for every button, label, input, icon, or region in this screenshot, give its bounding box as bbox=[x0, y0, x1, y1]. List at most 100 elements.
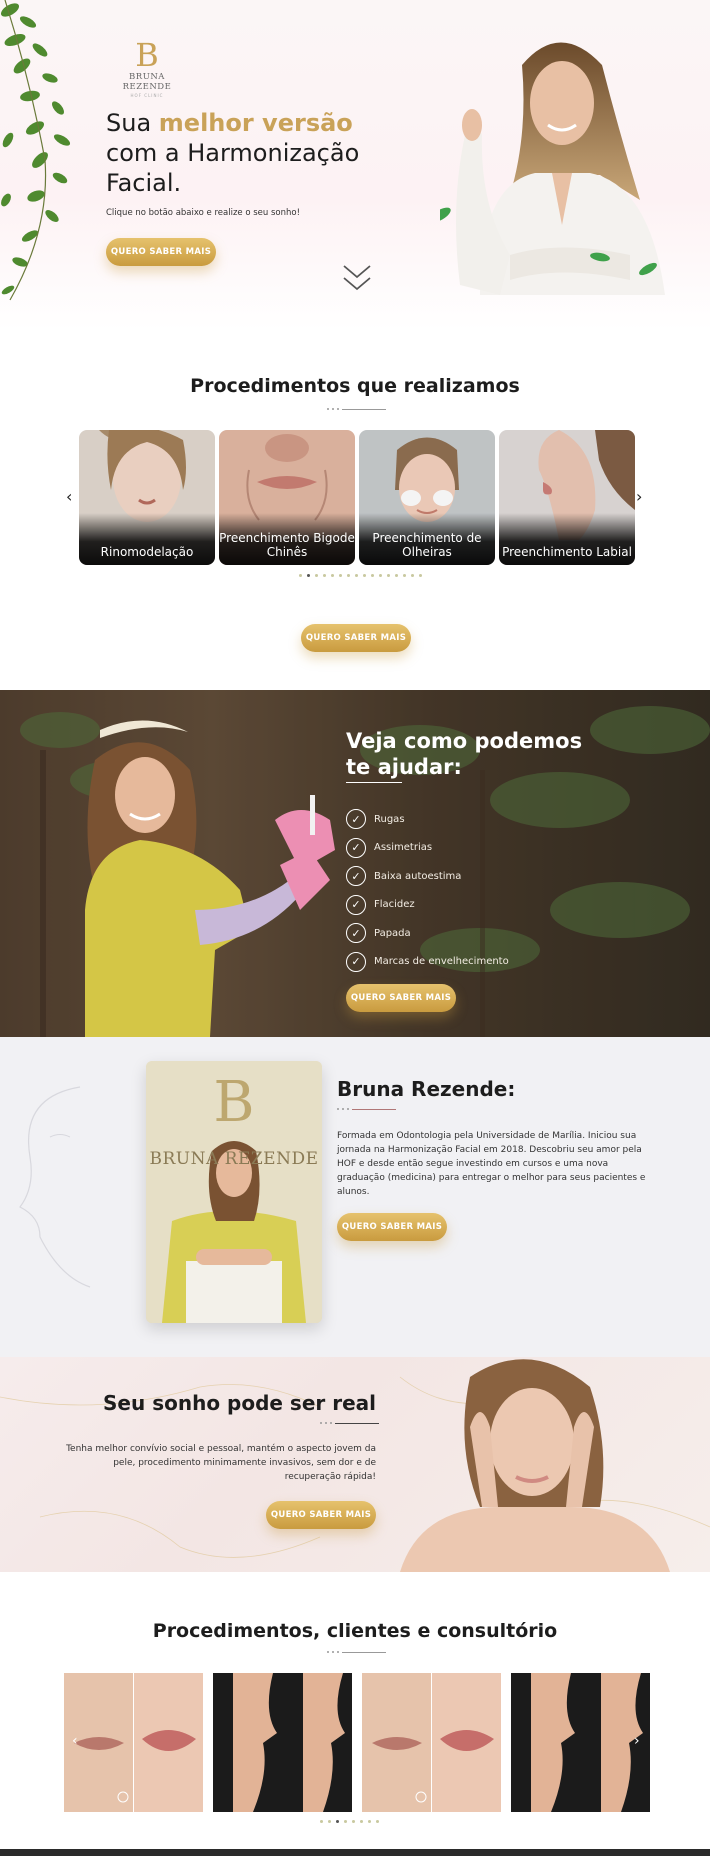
carousel-dot[interactable] bbox=[328, 1820, 331, 1823]
gallery-item[interactable] bbox=[213, 1673, 352, 1812]
help-item-label: Baixa autoestima bbox=[374, 870, 462, 882]
gallery-image bbox=[511, 1673, 650, 1812]
carousel-dot[interactable] bbox=[419, 574, 422, 577]
gallery-image bbox=[64, 1673, 203, 1812]
gallery-carousel-dots[interactable] bbox=[320, 1820, 379, 1823]
gallery-divider bbox=[327, 1651, 386, 1653]
carousel-dot[interactable] bbox=[411, 574, 414, 577]
face-line-art-decoration bbox=[19, 1086, 91, 1288]
procedure-card-label: Rinomodelação bbox=[79, 513, 215, 565]
carousel-dot[interactable] bbox=[360, 1820, 363, 1823]
help-divider bbox=[346, 782, 402, 783]
carousel-dot[interactable] bbox=[336, 1820, 339, 1823]
procedure-card-label: Preenchimento Labial bbox=[499, 513, 635, 565]
hero-woman-photo bbox=[440, 42, 665, 295]
about-name: Bruna Rezende: bbox=[337, 1077, 516, 1101]
gallery-item[interactable] bbox=[511, 1673, 650, 1812]
checkmark-circle-icon: ✓ bbox=[346, 894, 366, 915]
procedure-card[interactable]: Preenchimento Labial bbox=[499, 430, 635, 565]
help-list: ✓ Rugas ✓ Assimetrias ✓ Baixa autoestima ✓ F… bbox=[346, 805, 509, 976]
carousel-next-arrow-icon[interactable]: › bbox=[636, 487, 642, 506]
carousel-dot[interactable] bbox=[387, 574, 390, 577]
help-item-label: Papada bbox=[374, 927, 411, 939]
procedures-cta-button[interactable]: QUERO SABER MAIS bbox=[301, 624, 411, 652]
carousel-dot[interactable] bbox=[331, 574, 334, 577]
about-bio: Formada em Odontologia pela Universidade… bbox=[337, 1131, 646, 1197]
svg-text:B: B bbox=[213, 1070, 254, 1135]
gallery-item[interactable] bbox=[64, 1673, 203, 1812]
hero-title-pre: Sua bbox=[106, 109, 159, 137]
checkmark-circle-icon: ✓ bbox=[346, 951, 366, 972]
dream-section: Seu sonho pode ser real Tenha melhor con… bbox=[0, 1357, 710, 1572]
procedures-carousel-dots[interactable] bbox=[299, 574, 422, 577]
carousel-dot[interactable] bbox=[347, 574, 350, 577]
hero-title-post: com a Harmonização Facial. bbox=[106, 139, 360, 197]
hero-section: B BRUNA REZENDE HOF CLINIC Sua melhor ve… bbox=[0, 0, 710, 330]
procedure-card-label: Preenchimento Bigode Chinês bbox=[219, 513, 355, 565]
gallery-next-arrow-icon[interactable]: › bbox=[634, 1733, 640, 1749]
hero-title: Sua melhor versão com a Harmonização Fac… bbox=[106, 108, 406, 198]
dream-cta-button[interactable]: QUERO SABER MAIS bbox=[266, 1501, 376, 1529]
help-title: Veja como podemos te ajudar: bbox=[346, 729, 583, 779]
help-item-label: Flacidez bbox=[374, 899, 415, 911]
procedures-title: Procedimentos que realizamos bbox=[190, 375, 520, 397]
carousel-dot[interactable] bbox=[339, 574, 342, 577]
dream-title: Seu sonho pode ser real bbox=[103, 1391, 376, 1415]
checkmark-circle-icon: ✓ bbox=[346, 809, 366, 830]
double-chevron-down-icon[interactable] bbox=[342, 264, 372, 292]
procedures-divider bbox=[327, 408, 386, 410]
dream-text: Tenha melhor convívio social e pessoal, … bbox=[66, 1444, 376, 1482]
carousel-dot[interactable] bbox=[323, 574, 326, 577]
help-item-label: Rugas bbox=[374, 813, 405, 825]
brand-logo[interactable]: B BRUNA REZENDE HOF CLINIC bbox=[108, 38, 186, 98]
about-photo-logo-text: BRUNA REZENDE bbox=[149, 1149, 319, 1169]
checkmark-circle-icon: ✓ bbox=[346, 837, 366, 858]
logo-name: BRUNA REZENDE bbox=[122, 72, 172, 92]
gallery-item[interactable] bbox=[362, 1673, 501, 1812]
checkmark-circle-icon: ✓ bbox=[346, 866, 366, 887]
help-item-label: Assimetrias bbox=[374, 842, 433, 854]
procedure-card-label: Preenchimento de Olheiras bbox=[359, 513, 495, 565]
carousel-dot[interactable] bbox=[395, 574, 398, 577]
procedure-card[interactable]: Preenchimento de Olheiras bbox=[359, 430, 495, 565]
footer-bar bbox=[0, 1849, 710, 1856]
carousel-dot[interactable] bbox=[355, 574, 358, 577]
help-list-item: ✓ Baixa autoestima bbox=[346, 862, 509, 891]
about-divider bbox=[337, 1108, 396, 1110]
gallery-prev-arrow-icon[interactable]: ‹ bbox=[72, 1733, 78, 1749]
carousel-dot[interactable] bbox=[368, 1820, 371, 1823]
help-cta-button[interactable]: QUERO SABER MAIS bbox=[346, 984, 456, 1012]
hero-cta-button[interactable]: QUERO SABER MAIS bbox=[106, 238, 216, 266]
gallery-title: Procedimentos, clientes e consultório bbox=[152, 1620, 558, 1642]
carousel-dot[interactable] bbox=[363, 574, 366, 577]
carousel-prev-arrow-icon[interactable]: ‹ bbox=[66, 487, 72, 506]
help-list-item: ✓ Papada bbox=[346, 919, 509, 948]
carousel-dot[interactable] bbox=[315, 574, 318, 577]
carousel-dot[interactable] bbox=[403, 574, 406, 577]
gallery-image bbox=[362, 1673, 501, 1812]
carousel-dot[interactable] bbox=[299, 574, 302, 577]
help-list-item: ✓ Rugas bbox=[346, 805, 509, 834]
about-photo-image: B bbox=[146, 1061, 322, 1323]
about-photo: B BRUNA REZENDE bbox=[146, 1061, 322, 1323]
procedure-card[interactable]: Rinomodelação bbox=[79, 430, 215, 565]
procedure-card[interactable]: Preenchimento Bigode Chinês bbox=[219, 430, 355, 565]
carousel-dot[interactable] bbox=[320, 1820, 323, 1823]
help-item-label: Marcas de envelhecimento bbox=[374, 956, 509, 968]
carousel-dot[interactable] bbox=[307, 574, 310, 577]
hanging-plant-decoration bbox=[0, 0, 71, 301]
carousel-dot[interactable] bbox=[371, 574, 374, 577]
logo-monogram: B bbox=[135, 36, 159, 74]
carousel-dot[interactable] bbox=[352, 1820, 355, 1823]
gallery-image bbox=[213, 1673, 352, 1812]
help-section: Veja como podemos te ajudar: ✓ Rugas ✓ Ass… bbox=[0, 690, 710, 1037]
about-cta-button[interactable]: QUERO SABER MAIS bbox=[337, 1213, 447, 1241]
dream-divider bbox=[320, 1422, 379, 1424]
checkmark-circle-icon: ✓ bbox=[346, 923, 366, 944]
carousel-dot[interactable] bbox=[379, 574, 382, 577]
carousel-dot[interactable] bbox=[376, 1820, 379, 1823]
hero-title-highlight: melhor versão bbox=[158, 109, 353, 137]
about-section: B BRUNA REZENDE Bruna Rezende: Formada e… bbox=[0, 1037, 710, 1357]
carousel-dot[interactable] bbox=[344, 1820, 347, 1823]
help-list-item: ✓ Marcas de envelhecimento bbox=[346, 948, 509, 977]
